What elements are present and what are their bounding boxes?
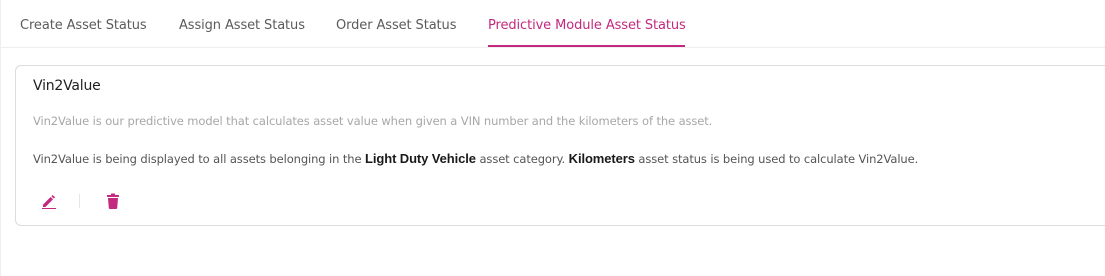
tab-assign-asset-status[interactable]: Assign Asset Status <box>179 17 305 35</box>
action-divider <box>79 194 80 208</box>
asset-status-name: Kilometers <box>568 151 635 166</box>
asset-category-name: Light Duty Vehicle <box>365 151 476 166</box>
pencil-icon <box>42 195 56 209</box>
info-text-3: asset status is being used to calculate … <box>634 152 919 166</box>
tab-bar: Create Asset Status Assign Asset Status … <box>0 0 1105 48</box>
edit-button[interactable] <box>40 192 58 210</box>
card-info: Vin2Value is being displayed to all asse… <box>33 151 918 166</box>
tab-create-asset-status[interactable]: Create Asset Status <box>20 17 147 35</box>
trash-icon <box>107 193 119 209</box>
page: Create Asset Status Assign Asset Status … <box>0 0 1105 276</box>
info-text-1: Vin2Value is being displayed to all asse… <box>33 152 366 166</box>
tab-order-asset-status[interactable]: Order Asset Status <box>336 17 456 35</box>
active-tab-indicator <box>488 45 685 47</box>
card-description: Vin2Value is our predictive model that c… <box>33 114 713 128</box>
tab-predictive-module-asset-status[interactable]: Predictive Module Asset Status <box>488 17 686 35</box>
delete-button[interactable] <box>104 192 122 210</box>
card-title: Vin2Value <box>33 78 101 94</box>
vin2value-card: Vin2Value Vin2Value is our predictive mo… <box>15 65 1105 226</box>
info-text-2: asset category. <box>475 152 569 166</box>
